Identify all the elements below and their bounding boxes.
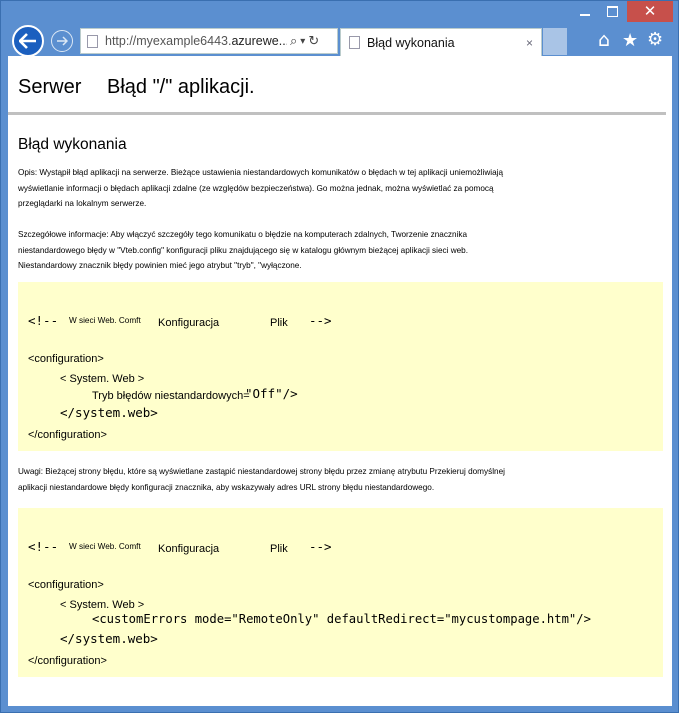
details-line: Szczegółowe informacje: Aby włączyć szcz…: [18, 230, 468, 239]
dropdown-icon[interactable]: ▾: [300, 36, 305, 47]
new-tab-button[interactable]: [543, 28, 567, 55]
configuration-close-tag: </configuration>: [28, 655, 107, 667]
comment-close: -->: [309, 313, 332, 328]
title-bar: ✕: [1, 1, 679, 27]
description-line: przeglądarki na lokalnym serwerze.: [18, 199, 147, 208]
comment-close: -->: [309, 539, 332, 554]
maximize-button[interactable]: [599, 1, 626, 22]
details-paragraph: Szczegółowe informacje: Aby włączyć szcz…: [18, 227, 598, 274]
system-web-close-tag: </system.web>: [60, 631, 158, 646]
minimize-button[interactable]: [571, 1, 598, 22]
system-web-open-tag: < System. Web >: [60, 599, 145, 611]
refresh-icon[interactable]: ↻: [308, 34, 319, 49]
header-divider: [8, 112, 666, 115]
configuration-close-tag: </configuration>: [28, 429, 107, 441]
comment-text: W sieci Web. Comft: [69, 542, 141, 551]
note-line: Uwagi: Bieżącej strony błędu, które są w…: [18, 467, 505, 476]
runtime-error-title: Błąd wykonania: [18, 136, 127, 153]
address-url: http://myexample6443.azurewe...: [105, 34, 287, 48]
tab-title: Błąd wykonania: [367, 35, 455, 50]
tab-page-icon: [349, 36, 360, 49]
description-line: wyświetlanie informacji o błędach aplika…: [18, 183, 494, 193]
favorites-star-icon[interactable]: ★: [622, 30, 638, 51]
comment-text: W sieci Web. Comft: [69, 316, 141, 325]
custom-errors-element: <customErrors mode="RemoteOnly" defaultR…: [92, 612, 591, 626]
configuration-open-tag: <configuration>: [28, 579, 104, 591]
forward-button[interactable]: [51, 30, 73, 52]
comment-text: Plik: [270, 543, 288, 555]
search-icon[interactable]: ⌕: [290, 34, 297, 49]
close-window-button[interactable]: ✕: [627, 1, 673, 22]
config-code-block-1: <!-- W sieci Web. Comft Konfiguracja Pli…: [18, 282, 663, 451]
comment-open: <!--: [28, 313, 59, 328]
configuration-open-tag: <configuration>: [28, 353, 104, 365]
comment-text: Konfiguracja: [158, 317, 220, 329]
note-line: aplikacji niestandardowe błędy konfigura…: [18, 482, 435, 492]
back-button[interactable]: [12, 25, 44, 57]
comment-text: Konfiguracja: [158, 543, 220, 555]
gear-icon[interactable]: ⚙: [647, 29, 663, 50]
custom-errors-mode: Tryb błędów niestandardowych=: [92, 390, 250, 402]
url-prefix: http://myexample6443.: [105, 34, 232, 48]
custom-errors-value: "Off"/>: [245, 386, 298, 401]
comment-open: <!--: [28, 539, 59, 554]
app-error-title: Błąd "/" aplikacji.: [107, 76, 255, 98]
url-domain: azurewe...: [231, 34, 287, 48]
page-content: Serwer Błąd "/" aplikacji. Błąd wykonani…: [8, 56, 672, 706]
home-icon[interactable]: ⌂: [598, 29, 610, 51]
description-paragraph: Opis: Wystąpił błąd aplikacji na serwerz…: [18, 165, 598, 212]
page-icon: [87, 34, 98, 48]
comment-text: Plik: [270, 317, 288, 329]
system-web-open-tag: < System. Web >: [60, 373, 145, 385]
arrow-right-icon: [57, 36, 68, 46]
details-line: Niestandardowy znacznik błędy powinien m…: [18, 261, 302, 270]
system-web-close-tag: </system.web>: [60, 405, 158, 420]
note-paragraph: Uwagi: Bieżącej strony błędu, które są w…: [18, 464, 598, 495]
config-code-block-2: <!-- W sieci Web. Comft Konfiguracja Pli…: [18, 508, 663, 677]
tab-active[interactable]: Błąd wykonania ×: [340, 28, 542, 56]
close-icon: ✕: [643, 2, 657, 20]
description-line: Opis: Wystąpił błąd aplikacji na serwerz…: [18, 168, 504, 177]
server-label: Serwer: [18, 76, 82, 98]
tab-close-icon[interactable]: ×: [526, 36, 533, 50]
browser-window: ✕ http://myexample6443.azurewe... ⌕ ▾ ↻ …: [0, 0, 679, 713]
details-line: niestandardowego błędy w "Vteb.config" k…: [18, 245, 469, 255]
arrow-left-icon: [19, 33, 36, 49]
address-bar[interactable]: http://myexample6443.azurewe... ⌕ ▾ ↻: [80, 28, 338, 54]
